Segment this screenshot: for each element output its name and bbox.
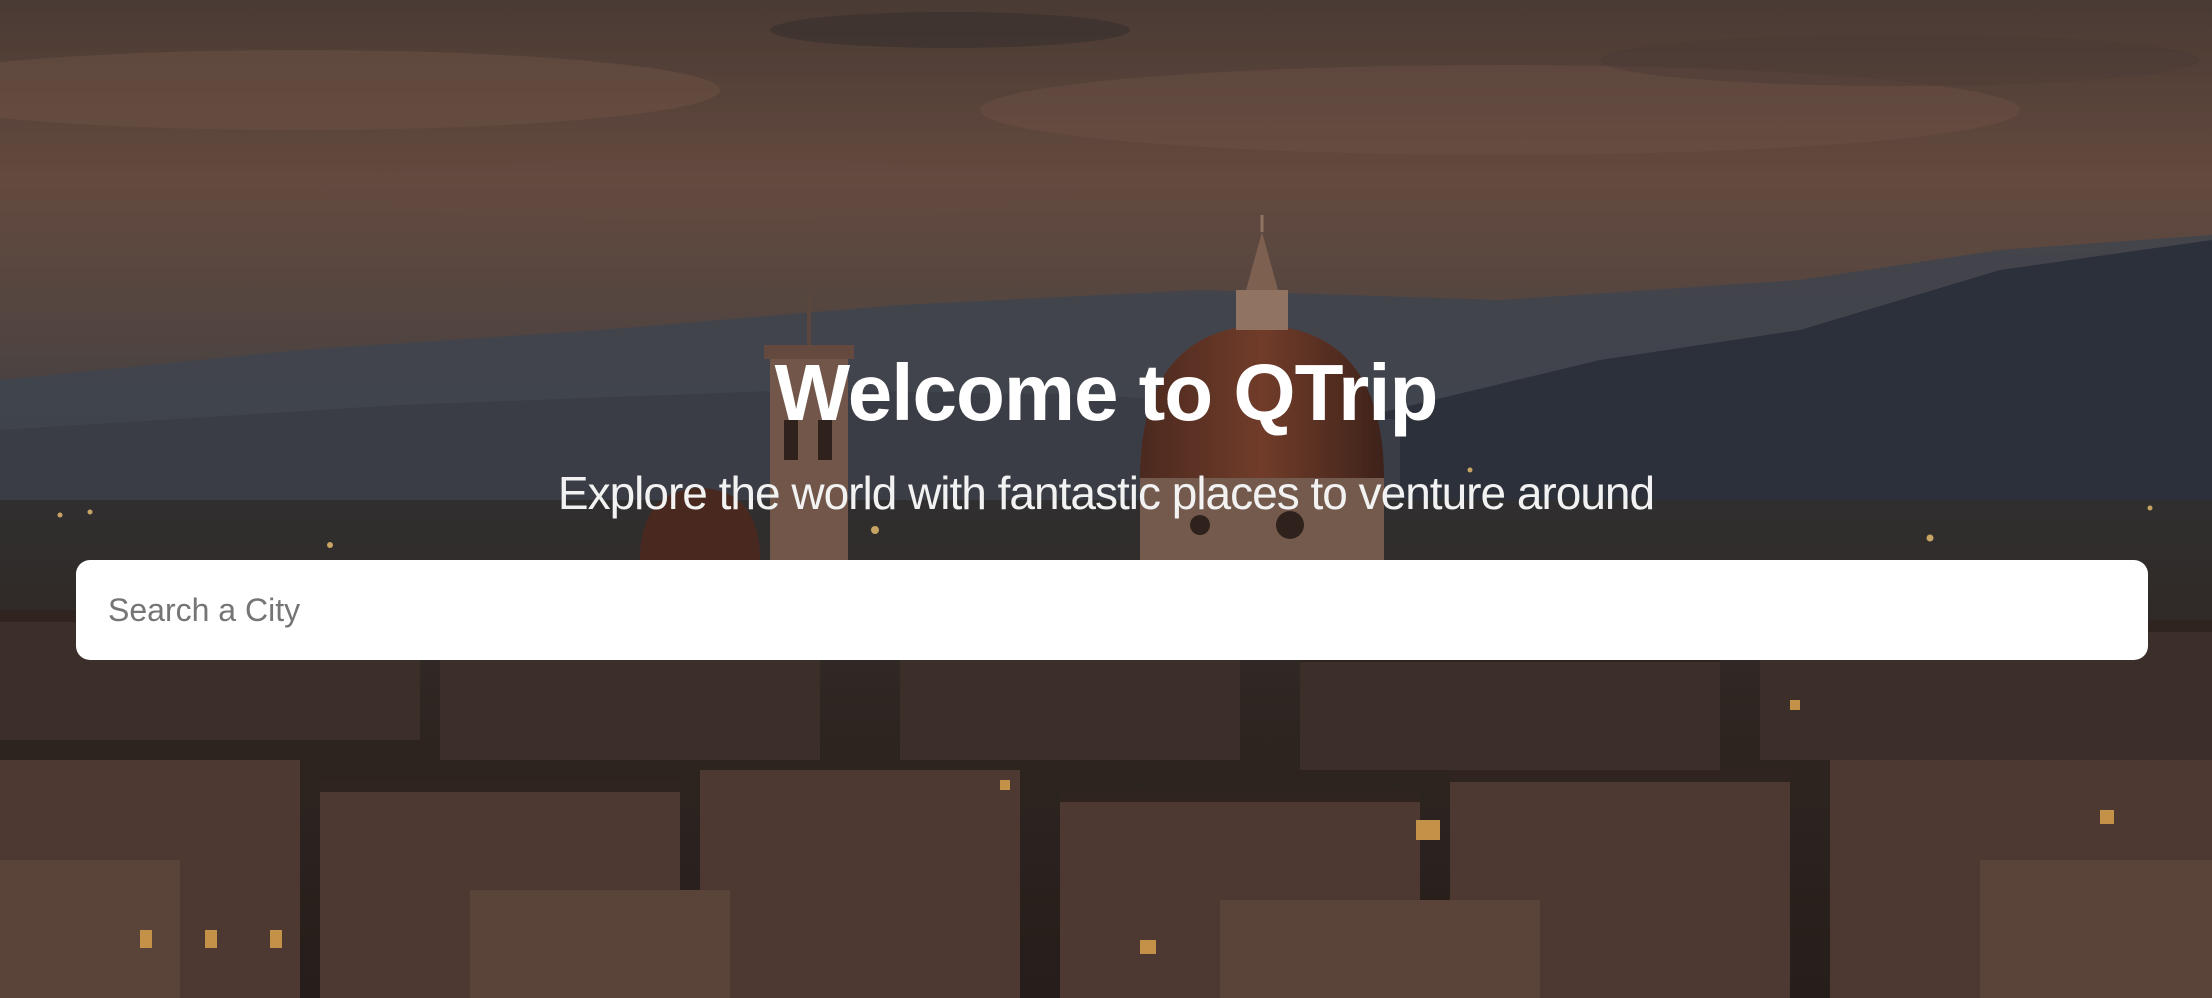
city-search-input[interactable]	[76, 560, 2148, 660]
hero-section: Welcome to QTrip Explore the world with …	[0, 0, 2212, 998]
hero-subtitle: Explore the world with fantastic places …	[557, 467, 1655, 519]
hero-title: Welcome to QTrip	[774, 348, 1439, 437]
